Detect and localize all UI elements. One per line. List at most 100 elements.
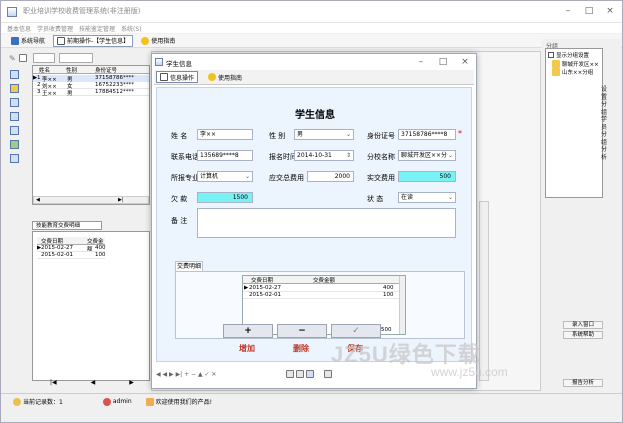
users-icon[interactable] (10, 84, 19, 93)
major-label: 所报专业 (171, 174, 199, 182)
left-record-nav: |◀ ◀ ▶ (32, 377, 150, 387)
main-toolbar: 系统导航 前期操作-【学生信息】 使用指南 (1, 34, 622, 48)
help-icon (141, 36, 150, 45)
exit-icon[interactable] (324, 370, 333, 378)
table-row[interactable]: 2015-02-01 100 (37, 252, 106, 259)
gender-label: 性 别 (269, 132, 286, 140)
preview-icon[interactable] (306, 370, 315, 378)
dialog-title: 学生信息 (166, 60, 192, 68)
fee-grid-scrollbar[interactable] (399, 276, 405, 334)
maximize-button[interactable]: □ (578, 4, 600, 18)
tab-system-nav[interactable]: 系统导航 (7, 35, 49, 47)
table-row[interactable]: ▶ 2015-02-27 400 (37, 245, 106, 252)
delete-button[interactable]: − (277, 324, 327, 338)
fee-details-tab[interactable]: 交费明细 (175, 261, 203, 271)
form-title: 学生信息 (295, 110, 335, 121)
toolbar-combo-2[interactable] (58, 53, 93, 63)
doc-icon[interactable] (18, 54, 27, 62)
id-card-field[interactable]: 37158786****8 (398, 129, 456, 140)
gender-select[interactable]: 男 ⌄ (294, 129, 354, 140)
grid-icon[interactable] (10, 98, 19, 107)
major-select[interactable]: 计算机 ⌄ (197, 171, 253, 182)
help-icon (208, 73, 217, 81)
fee-due-field[interactable]: 2000 (307, 171, 354, 182)
menu-basic-info[interactable]: 基本信息 (7, 24, 31, 33)
table-row[interactable]: 2015-02-01 100 (243, 292, 405, 299)
calendar-spin-icon: ⇕ (345, 152, 351, 159)
tree-node[interactable]: 山东××分组 (552, 68, 593, 76)
add-button[interactable]: + (223, 324, 273, 338)
toolbar-combo-1[interactable] (32, 53, 55, 63)
grid-header: 交费日期 交费金额 (243, 276, 405, 284)
phone-field[interactable]: 135689****8 (197, 150, 253, 161)
dialog-minimize-button[interactable]: – (410, 55, 432, 69)
next-record-icon[interactable]: ▶ (129, 379, 134, 386)
chevron-down-icon: ⌄ (244, 173, 250, 180)
nav-icon (11, 36, 19, 45)
card-icon[interactable] (10, 112, 19, 121)
status-label: 状 态 (367, 195, 384, 203)
horizontal-scrollbar[interactable]: ◀ ▶| (33, 196, 149, 204)
student-list-grid[interactable]: 姓名 性别 身份证号 ▶ 1 李×× 男 37158786**** 2 刘×× … (32, 65, 150, 205)
side-vertical-tabs[interactable]: 设 置 分 组 学 员 分 组 分 析 (601, 86, 611, 161)
tree-node[interactable]: 聊城开发区×× (552, 60, 599, 68)
folder-icon (552, 60, 560, 68)
fee-total: 500 (381, 327, 392, 333)
report-button[interactable]: 报告分析 (563, 379, 603, 387)
print-icon[interactable] (286, 370, 295, 378)
record-navigator[interactable]: ◀ ◀ ▶ ▶| + − ▲ ✓ ✕ (156, 371, 216, 378)
fee-paid-label: 实交费用 (367, 174, 395, 182)
table-icon[interactable] (10, 126, 19, 135)
status-bar: 当前记录数：1 admin 欢迎使用我们的产品! (1, 393, 622, 409)
menu-fee-manage[interactable]: 学员收费管理 (37, 24, 73, 33)
menu-system[interactable]: 系统(S) (121, 24, 142, 33)
filter-icon[interactable] (10, 154, 19, 163)
grid-header: 交费日期 交费金额 (37, 237, 105, 253)
table-row[interactable]: ▶ 2015-02-27 400 (243, 285, 405, 292)
tab-user-guide[interactable]: 使用指南 (137, 35, 179, 47)
name-field[interactable]: 李×× (197, 129, 253, 140)
branch-select[interactable]: 聊城开发区××分 ⌄ (398, 150, 456, 161)
pencil-icon[interactable]: ✎ (9, 54, 16, 63)
window-icon (160, 73, 168, 81)
remark-textarea[interactable] (197, 208, 456, 238)
tab-student-info[interactable]: 前期操作-【学生信息】 (53, 34, 134, 47)
menu-skill-cert[interactable]: 技能鉴定管理 (79, 24, 115, 33)
enroll-date-picker[interactable]: 2014-10-31 ⇕ (294, 150, 354, 161)
smile-icon (13, 397, 21, 406)
fee-paid-field: 500 (398, 171, 456, 182)
chart-icon[interactable] (10, 140, 19, 149)
dialog-maximize-button[interactable]: □ (432, 55, 454, 69)
first-record-icon[interactable]: |◀ (50, 379, 57, 386)
table-row[interactable]: 2 刘×× 女 16752233**** (33, 82, 149, 90)
window-icon (57, 36, 66, 45)
scroll-left-icon[interactable]: ◀ (36, 197, 40, 203)
show-tree-checkbox[interactable]: 显示分组设置 (548, 51, 589, 59)
table-row[interactable]: ▶ 1 李×× 男 37158786**** (33, 75, 149, 83)
tab-info-ops[interactable]: 信息操作 (156, 71, 199, 83)
list-icon[interactable] (10, 70, 19, 79)
save-button[interactable]: ✓ (331, 324, 381, 338)
input-window-button[interactable]: 录入窗口 (563, 321, 603, 329)
grid-header: 姓名 性别 身份证号 (33, 66, 149, 74)
student-form: 学生信息 姓 名 李×× 性 别 男 ⌄ 身份证号 37158786****8 *… (156, 87, 472, 362)
tab-dialog-guide[interactable]: 使用指南 (204, 71, 246, 83)
scroll-right-icon[interactable]: ▶| (118, 197, 124, 203)
export-icon[interactable] (296, 370, 305, 378)
dialog-titlebar: 学生信息 – □ × (152, 54, 476, 70)
table-row[interactable]: 3 王×× 男 17884512**** (33, 89, 149, 97)
prev-record-icon[interactable]: ◀ (91, 379, 96, 386)
name-label: 姓 名 (171, 132, 188, 140)
id-card-label: 身份证号 (367, 132, 395, 140)
status-select[interactable]: 在读 ⌄ (398, 192, 456, 203)
dialog-icon (155, 58, 163, 66)
dialog-close-button[interactable]: × (454, 55, 476, 69)
close-button[interactable]: × (599, 4, 621, 18)
dialog-record-nav: ◀ ◀ ▶ ▶| + − ▲ ✓ ✕ (152, 368, 476, 380)
pay-details-tab[interactable]: 技能教育交费明细 (32, 221, 102, 230)
pay-details-grid[interactable]: 交费日期 交费金额 ▶ 2015-02-27 400 2015-02-01 10… (32, 231, 150, 381)
delete-label: 删除 (293, 344, 309, 353)
minimize-button[interactable]: – (557, 4, 579, 18)
bell-icon (145, 397, 154, 406)
group-tree[interactable]: 显示分组设置 聊城开发区×× 山东××分组 (545, 48, 603, 198)
